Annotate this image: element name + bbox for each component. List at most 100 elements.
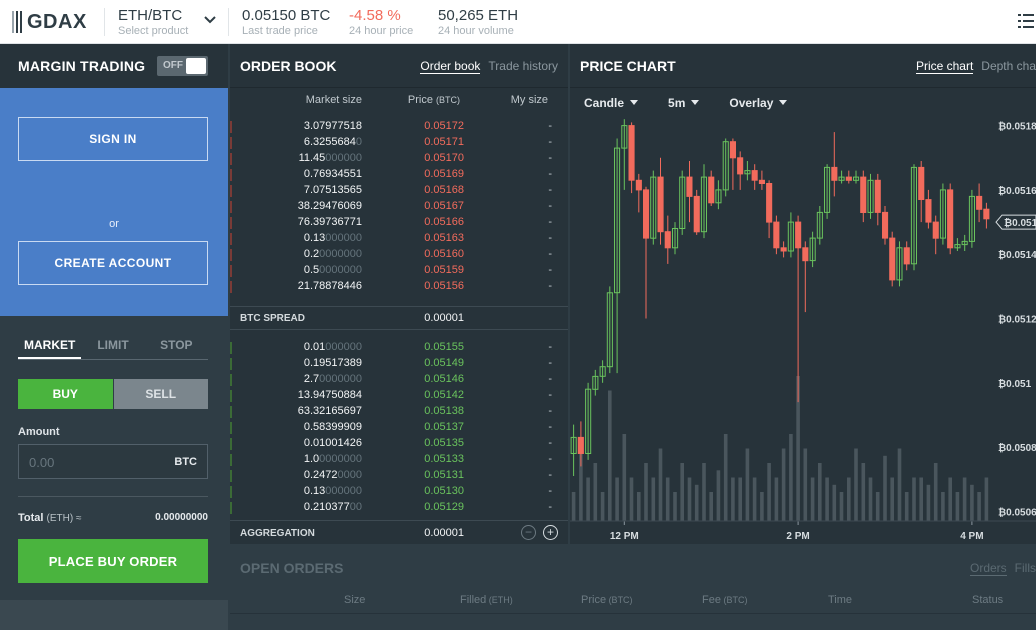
candle-body: [773, 221, 780, 249]
or-text: or: [109, 218, 119, 230]
volume-bar: [723, 434, 728, 521]
size-digits: 7977518: [319, 120, 362, 132]
interval-dropdown[interactable]: 5m: [668, 88, 700, 116]
market-size: 0.76934551: [304, 168, 362, 180]
tab-market[interactable]: MARKET: [18, 338, 82, 359]
volume-bar: [818, 463, 822, 521]
bid-row[interactable]: 1.00000000 0.05133 -: [230, 452, 568, 468]
candle-body: [831, 166, 838, 181]
tab-depth-chart[interactable]: Depth char: [981, 59, 1036, 74]
bid-row[interactable]: 0.01000000 0.05155 -: [230, 340, 568, 356]
candle-body: [737, 157, 744, 175]
bid-row[interactable]: 63.32165697 0.05138 -: [230, 404, 568, 420]
market-size: 0.20000000: [304, 248, 362, 260]
create-account-button[interactable]: CREATE ACCOUNT: [18, 241, 208, 285]
volume-bar: [854, 448, 858, 521]
chart-tabs: Price chart Depth char: [915, 59, 1036, 74]
menu-icon[interactable]: [1018, 12, 1034, 30]
interval-label: 5m: [668, 96, 686, 110]
my-size: -: [548, 136, 552, 148]
ask-row[interactable]: 0.50000000 0.05159 -: [230, 263, 568, 279]
aggregation-decrease-icon[interactable]: −: [521, 525, 536, 540]
y-tick-label: ₿0.0506: [998, 506, 1036, 518]
amount-input[interactable]: 0.00 BTC: [18, 444, 208, 479]
aggregation-increase-icon[interactable]: +: [543, 525, 558, 540]
bid-row[interactable]: 0.13000000 0.05130 -: [230, 484, 568, 500]
candlestick-chart[interactable]: ₿0.0518 ₿0.0516 ₿0.0515 ₿0.0514 ₿0.0512 ₿0.05…: [570, 116, 1036, 544]
depth-bar: [230, 137, 232, 149]
depth-bar: [230, 470, 232, 482]
volume-bar: [694, 484, 699, 522]
gdax-logo[interactable]: GDAX: [12, 9, 87, 35]
bid-row[interactable]: 2.70000000 0.05146 -: [230, 372, 568, 388]
margin-toggle[interactable]: OFF: [157, 56, 208, 76]
candle-body: [983, 208, 990, 220]
size-digits: 11.45: [298, 152, 326, 164]
size-digits: 0.01: [303, 341, 326, 353]
bid-row[interactable]: 0.58399909 0.05137 -: [230, 420, 568, 436]
tab-limit[interactable]: LIMIT: [81, 338, 144, 359]
bid-rows: 0.01000000 0.05155-0.19517389 0.05149-2.70…: [230, 340, 568, 516]
volume-bar: [803, 448, 808, 521]
price-change: -4.58 % 24 hour price: [349, 7, 413, 38]
total-value: 0.00000000: [155, 512, 208, 523]
overlay-dropdown[interactable]: Overlay: [729, 88, 788, 116]
ask-row[interactable]: 21.78878446 0.05156 -: [230, 279, 568, 295]
ask-row[interactable]: 0.20000000 0.05160 -: [230, 247, 568, 263]
y-tick-label: ₿0.051: [998, 378, 1032, 390]
volume-bar: [839, 492, 844, 521]
ask-row[interactable]: 6.32556840 0.05171 -: [230, 135, 568, 151]
ask-row[interactable]: 7.07513565 0.05168 -: [230, 183, 568, 199]
volume-bar: [977, 492, 981, 521]
bid-row[interactable]: 0.21037700 0.05129 -: [230, 500, 568, 516]
place-buy-order-button[interactable]: PLACE BUY ORDER: [18, 539, 208, 583]
candle-body: [976, 195, 983, 210]
y-tick-label: ₿0.0516: [998, 185, 1036, 197]
my-size: -: [548, 248, 552, 260]
market-size: 13.94750884: [298, 389, 362, 401]
volume-bar: [912, 477, 916, 521]
size-digits: 6.3: [303, 136, 320, 148]
ask-row[interactable]: 38.29476069 0.05167 -: [230, 199, 568, 215]
product-selector[interactable]: ETH/BTC Select product: [118, 7, 188, 38]
size-digits: 0.2: [303, 248, 320, 260]
ask-row[interactable]: 0.13000000 0.05163 -: [230, 231, 568, 247]
size-padding: 000000: [325, 341, 362, 353]
tab-fills[interactable]: Fills: [1015, 561, 1036, 576]
price: 0.05130: [424, 485, 464, 497]
volume-bar: [738, 477, 742, 521]
tab-order-book[interactable]: Order book: [420, 59, 481, 74]
bid-row[interactable]: 0.19517389 0.05149 -: [230, 356, 568, 372]
bid-row[interactable]: 0.01001426 0.05135 -: [230, 436, 568, 452]
price: 0.05160: [424, 248, 464, 260]
size-digits: 1.0: [303, 453, 320, 465]
candle-body: [664, 231, 671, 249]
bid-row[interactable]: 0.24720000 0.05131 -: [230, 468, 568, 484]
buy-button[interactable]: BUY: [18, 379, 113, 409]
ask-row[interactable]: 3.07977518 0.05172 -: [230, 119, 568, 135]
ask-row[interactable]: 76.39736771 0.05166 -: [230, 215, 568, 231]
size-digits: 0.2472: [303, 469, 338, 481]
candle-dropdown[interactable]: Candle: [584, 88, 639, 116]
chevron-down-icon[interactable]: [204, 12, 216, 28]
sell-button[interactable]: SELL: [113, 379, 208, 409]
order-type-tabs: MARKET LIMIT STOP: [18, 338, 208, 360]
tab-price-chart[interactable]: Price chart: [915, 59, 974, 74]
bid-row[interactable]: 13.94750884 0.05142 -: [230, 388, 568, 404]
size-padding: 00: [349, 501, 362, 513]
size-padding: 0000000: [319, 248, 362, 260]
tab-stop[interactable]: STOP: [145, 338, 208, 359]
volume-bar: [586, 477, 590, 521]
ask-row[interactable]: 11.45000000 0.05170 -: [230, 151, 568, 167]
sign-in-button[interactable]: SIGN IN: [18, 117, 208, 161]
total-unit: (ETH) ≈: [46, 513, 82, 524]
tab-orders[interactable]: Orders: [969, 561, 1007, 576]
ask-row[interactable]: 0.76934551 0.05169 -: [230, 167, 568, 183]
volume-bar: [673, 492, 677, 521]
price-change-value: -4.58 %: [349, 7, 401, 24]
volume-bar: [767, 463, 771, 521]
tab-trade-history[interactable]: Trade history: [488, 59, 558, 74]
col-unit: (ETH): [486, 595, 513, 605]
size-padding: 0000000: [319, 453, 362, 465]
volume-bar: [832, 484, 837, 522]
